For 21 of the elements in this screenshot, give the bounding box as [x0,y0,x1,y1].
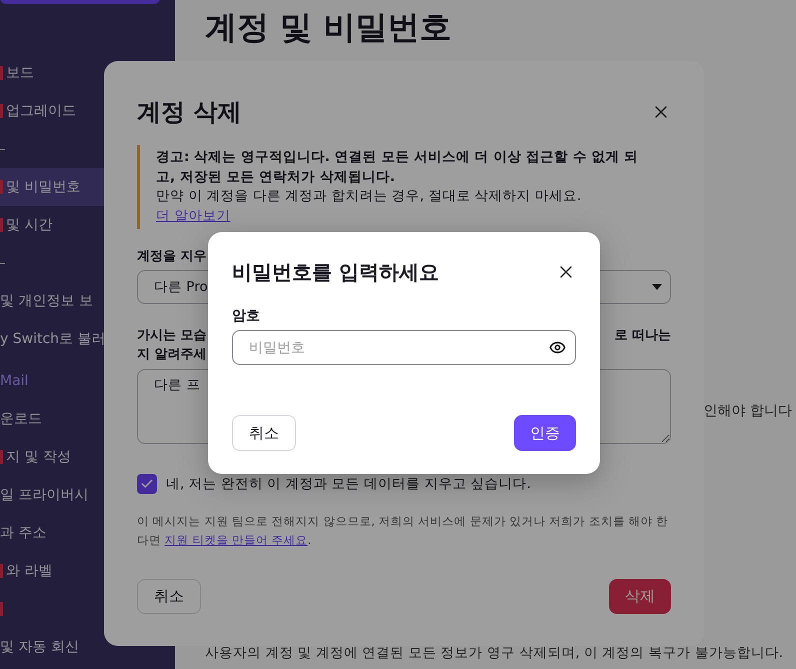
sidebar-item-label: 업그레이드 [6,102,76,120]
notice-text: 인해야 합니다 [704,402,793,420]
password-label: 암호 [232,307,261,326]
sidebar-item-label: 운로드 [0,410,42,428]
dialog-title: 비밀번호를 입력하세요 [232,259,439,286]
sidebar-item-label: 와 라벨 [6,562,52,580]
sidebar-item-label: 지 및 작성 [6,448,71,466]
sidebar-item-label: 및 비밀번호 [6,178,80,196]
sidebar-item-label: 및 자동 회신 [0,638,79,656]
confirm-label: 네, 저는 완전히 이 계정과 모든 데이터를 지우고 싶습니다. [166,475,531,493]
sidebar-section-title: Mail [0,372,28,391]
support-note: 이 메시지는 지원 팀으로 전해지지 않으므로, 저희의 서비스에 문제가 있거나 저희가 조치를 해야 한다면 지원 티켓을 만들어 주세요. [137,513,670,549]
footer-text: 사용자의 계정 및 계정에 연결된 모든 정보가 영구 삭제되며, 이 계정의 복구가 불가능합니다. [205,645,784,662]
feedback-label: 로 떠나는 [614,327,671,345]
sidebar-item-label: 및 시간 [6,216,52,234]
sidebar-item-label: 보드 [6,64,34,82]
dialog-title: 계정 삭제 [137,97,242,128]
reason-label: 계정을 지우 [137,248,208,266]
feedback-label: 가시는 모습 [137,327,207,345]
page-title: 계정 및 비밀번호 [205,7,452,48]
feedback-label: 지 알려주세 [137,346,207,364]
